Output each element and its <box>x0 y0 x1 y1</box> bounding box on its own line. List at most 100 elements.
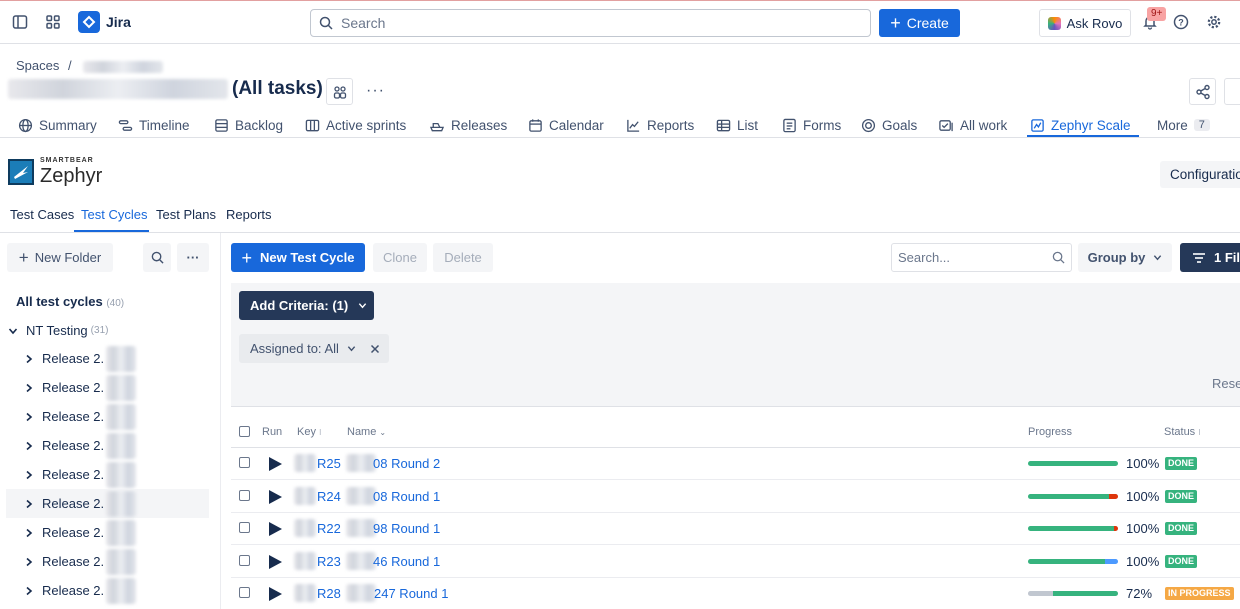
run-play-icon[interactable] <box>269 554 282 569</box>
tab-list[interactable]: List <box>716 114 758 136</box>
tab-all-work[interactable]: All work <box>938 114 1007 136</box>
row-checkbox[interactable] <box>239 587 250 598</box>
release-folder-item[interactable]: Release 2. <box>6 402 209 431</box>
release-folder-item[interactable]: Release 2. <box>6 518 209 547</box>
folder-nt-testing[interactable]: NT Testing (31) <box>6 316 209 345</box>
tab-summary[interactable]: Summary <box>18 114 97 136</box>
cycle-name-link[interactable]: 247 Round 1 <box>374 586 448 601</box>
chevron-right-icon[interactable] <box>22 441 36 451</box>
tab-goals[interactable]: Goals <box>861 114 917 136</box>
more-actions-icon[interactable]: ··· <box>366 82 385 100</box>
tab-releases[interactable]: Releases <box>429 114 507 136</box>
run-play-icon[interactable] <box>269 489 282 504</box>
chevron-right-icon[interactable] <box>22 412 36 422</box>
tab-more[interactable]: More 7 <box>1157 114 1210 136</box>
folder-more-button[interactable]: ··· <box>177 243 209 272</box>
app-name[interactable]: Jira <box>106 14 131 30</box>
cycle-search-input[interactable]: Search... <box>891 243 1072 272</box>
release-folder-item[interactable]: Release 2. <box>6 373 209 402</box>
redacted-space-name[interactable] <box>83 60 164 73</box>
new-folder-label: New Folder <box>34 250 102 265</box>
release-folder-item[interactable]: Release 2. <box>6 489 209 518</box>
chevron-right-icon[interactable] <box>22 557 36 567</box>
chevron-right-icon[interactable] <box>22 586 36 596</box>
chevron-down-icon[interactable] <box>6 326 20 336</box>
global-search-input[interactable]: Search <box>310 9 871 37</box>
app-switcher-icon[interactable] <box>44 13 62 31</box>
cycle-key-link[interactable]: R23 <box>317 554 341 569</box>
table-row[interactable]: R25 08 Round 2 100% DONE <box>231 448 1240 480</box>
subtab-reports[interactable]: Reports <box>226 207 272 222</box>
clone-button[interactable]: Clone <box>373 243 427 272</box>
sidebar-toggle-icon[interactable] <box>11 13 29 31</box>
chevron-right-icon[interactable] <box>22 528 36 538</box>
row-checkbox[interactable] <box>239 522 250 533</box>
group-by-dropdown[interactable]: Group by <box>1078 243 1172 272</box>
assigned-to-filter-chip[interactable]: Assigned to: All <box>239 334 389 363</box>
chevron-right-icon[interactable] <box>22 499 36 509</box>
settings-gear-icon[interactable] <box>1205 13 1223 31</box>
delete-button[interactable]: Delete <box>433 243 493 272</box>
release-folder-item[interactable]: Release 2. <box>6 431 209 460</box>
table-row[interactable]: R22 98 Round 1 100% DONE <box>231 513 1240 545</box>
share-button[interactable] <box>1189 78 1216 105</box>
column-header-status[interactable]: Status ⁝ <box>1164 426 1201 438</box>
select-all-checkbox[interactable] <box>239 426 250 437</box>
run-play-icon[interactable] <box>269 587 282 601</box>
close-icon[interactable] <box>370 344 380 354</box>
tab-backlog[interactable]: Backlog <box>214 114 283 136</box>
row-checkbox[interactable] <box>239 489 250 501</box>
chevron-right-icon[interactable] <box>22 383 36 393</box>
run-play-icon[interactable] <box>269 522 282 536</box>
release-folder-item[interactable]: Release 2. <box>6 344 209 373</box>
tab-zephyr-scale[interactable]: Zephyr Scale <box>1030 114 1131 136</box>
subtab-test-cases[interactable]: Test Cases <box>10 207 74 222</box>
all-test-cycles-node[interactable]: All test cycles (40) <box>16 294 124 309</box>
table-row[interactable]: R23 46 Round 1 100% DONE <box>231 546 1240 578</box>
breadcrumb-spaces-link[interactable]: Spaces <box>16 58 59 73</box>
redacted-name-prefix <box>346 519 376 537</box>
folder-search-button[interactable] <box>143 243 171 272</box>
help-icon[interactable]: ? <box>1172 13 1190 31</box>
new-test-cycle-button[interactable]: + New Test Cycle <box>231 243 365 272</box>
create-button[interactable]: + Create <box>879 9 960 37</box>
column-header-key[interactable]: Key ⁝ <box>297 426 322 438</box>
release-folder-label: Release 2. <box>42 438 105 453</box>
row-checkbox[interactable] <box>239 554 250 566</box>
cycle-name-link[interactable]: 46 Round 1 <box>373 554 440 569</box>
tab-reports[interactable]: Reports <box>626 114 694 136</box>
cycle-name-link[interactable]: 98 Round 1 <box>373 521 440 536</box>
fullscreen-button[interactable] <box>1224 78 1240 105</box>
column-header-name[interactable]: Name ⌄ <box>347 426 386 438</box>
release-folder-label: Release 2. <box>42 409 105 424</box>
ask-rovo-button[interactable]: Ask Rovo <box>1039 9 1131 37</box>
configuration-button[interactable]: Configuratio <box>1160 161 1240 188</box>
subtab-test-plans[interactable]: Test Plans <box>156 207 216 222</box>
subtab-test-cycles[interactable]: Test Cycles <box>81 207 147 222</box>
reset-link[interactable]: Reset <box>1212 376 1240 391</box>
cycle-name-link[interactable]: 08 Round 2 <box>373 456 440 471</box>
new-folder-button[interactable]: + New Folder <box>7 243 113 272</box>
tab-forms[interactable]: Forms <box>782 114 841 136</box>
team-people-button[interactable] <box>326 78 353 105</box>
tab-timeline[interactable]: Timeline <box>118 114 190 136</box>
table-row[interactable]: R28 247 Round 1 72% IN PROGRESS <box>231 578 1240 609</box>
release-folder-item[interactable]: Release 2. <box>6 460 209 489</box>
row-checkbox[interactable] <box>239 457 250 468</box>
release-folder-item[interactable]: Release 2. <box>6 576 209 605</box>
tab-active-sprints[interactable]: Active sprints <box>305 114 406 136</box>
add-criteria-button[interactable]: Add Criteria: (1) <box>239 291 374 320</box>
cycle-key-link[interactable]: R28 <box>317 586 341 601</box>
cycle-key-link[interactable]: R24 <box>317 489 341 504</box>
table-row[interactable]: R24 08 Round 1 100% DONE <box>231 481 1240 513</box>
filter-button[interactable]: 1 Filt <box>1180 243 1240 272</box>
jira-logo-icon[interactable] <box>78 11 100 33</box>
release-folder-item[interactable]: Release 2. <box>6 547 209 576</box>
cycle-key-link[interactable]: R25 <box>317 456 341 471</box>
run-play-icon[interactable] <box>269 457 282 471</box>
chevron-right-icon[interactable] <box>22 354 36 364</box>
cycle-name-link[interactable]: 08 Round 1 <box>373 489 440 504</box>
cycle-key-link[interactable]: R22 <box>317 521 341 536</box>
tab-calendar[interactable]: Calendar <box>528 114 604 136</box>
chevron-right-icon[interactable] <box>22 470 36 480</box>
